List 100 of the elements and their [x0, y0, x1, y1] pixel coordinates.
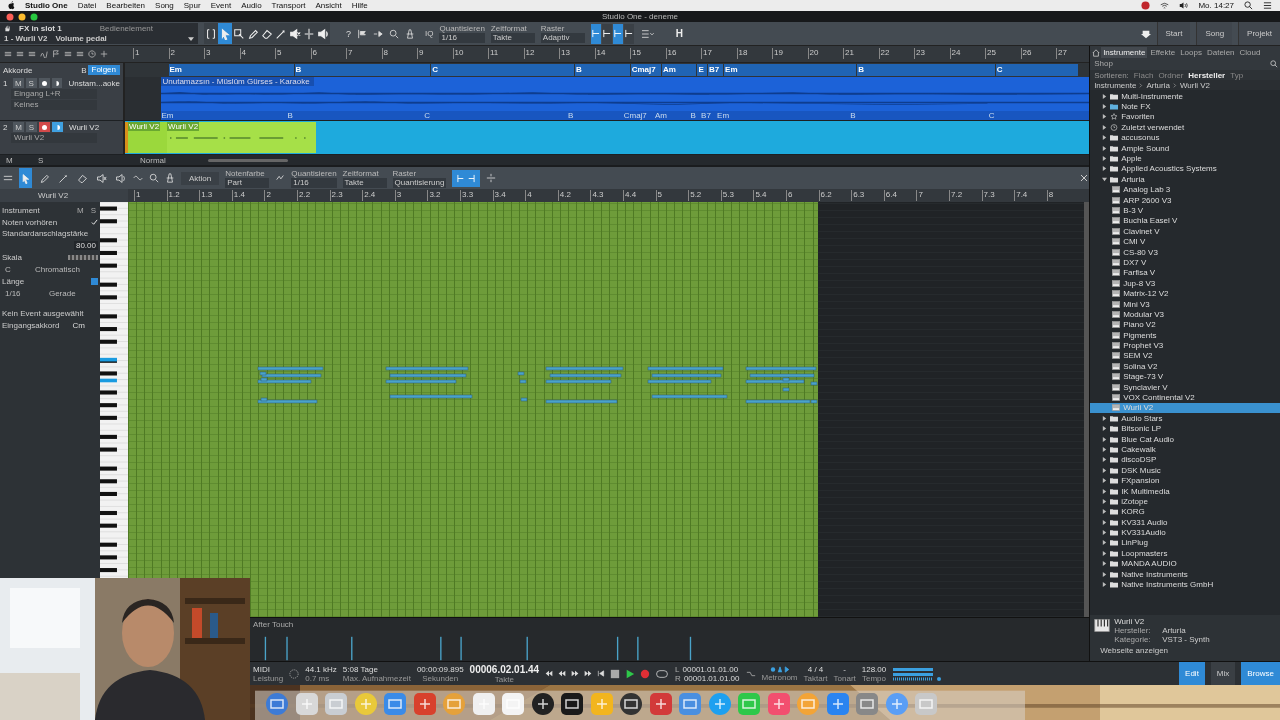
setting-dropdown[interactable]: Part: [225, 177, 270, 188]
preview-checkbox[interactable]: [90, 218, 98, 226]
browser-item[interactable]: Mini V3: [1090, 298, 1280, 310]
flag-icon[interactable]: [52, 50, 60, 58]
browser-item[interactable]: ARP 2600 V3: [1090, 194, 1280, 206]
browser-item[interactable]: DSK Music: [1090, 465, 1280, 476]
breadcrumb[interactable]: Arturia: [1146, 80, 1170, 90]
chord-event[interactable]: E: [697, 64, 708, 76]
play-icon[interactable]: [625, 668, 636, 679]
footer-toggle[interactable]: S: [38, 155, 62, 165]
input-dropdown[interactable]: Eingang L+R: [11, 89, 97, 99]
fast-forward-icon[interactable]: [571, 670, 580, 677]
setting-dropdown[interactable]: 1/16: [291, 177, 337, 188]
page-nav-button[interactable]: Song: [1196, 22, 1233, 45]
arrow-tool-icon[interactable]: [20, 172, 31, 184]
horizontal-scrollbar[interactable]: [208, 158, 288, 162]
browser-item[interactable]: Farfisa V: [1090, 267, 1280, 279]
browser-item[interactable]: Blue Cat Audio: [1090, 433, 1280, 445]
action-menu[interactable]: Aktion: [181, 171, 220, 185]
zoom-icon[interactable]: [149, 173, 159, 183]
metronome-icon[interactable]: [165, 173, 175, 183]
track-header[interactable]: Akkorde B Folgen: [0, 63, 125, 77]
snap-toggle[interactable]: [601, 23, 612, 44]
mute-button[interactable]: M: [13, 122, 24, 132]
browser-item[interactable]: Buchla Easel V: [1090, 215, 1280, 227]
menu-item[interactable]: Event: [210, 1, 232, 10]
rewind-icon[interactable]: [545, 670, 554, 677]
scale-keys-drawing[interactable]: [68, 254, 98, 260]
app-icon[interactable]: [560, 692, 584, 716]
inspector-toggle-icon[interactable]: [3, 173, 13, 183]
chord-event[interactable]: B: [857, 64, 995, 76]
chord-event[interactable]: Am: [661, 64, 697, 76]
plus-icon[interactable]: [100, 50, 108, 58]
browser-item[interactable]: Favoriten: [1090, 111, 1280, 123]
menubar-clock[interactable]: Mo. 14:27: [1198, 1, 1234, 10]
length-dropdown[interactable]: 1/16: [2, 288, 24, 298]
menu-item[interactable]: Spur: [183, 1, 201, 10]
sort-option[interactable]: Typ: [1230, 70, 1244, 80]
record-status-icon[interactable]: [1141, 1, 1151, 10]
rewind-icon[interactable]: [558, 670, 567, 677]
browser-item[interactable]: Zuletzt verwendet: [1090, 122, 1280, 133]
track-header[interactable]: 1 M S Unstam...aoke Eingang L+R Keines: [0, 77, 125, 120]
caret-icon[interactable]: [188, 36, 194, 41]
browser-item[interactable]: Loopmasters: [1090, 548, 1280, 559]
breadcrumb[interactable]: Instrumente: [1094, 80, 1137, 90]
mute-tool-icon[interactable]: [96, 172, 107, 184]
menu-item[interactable]: Hilfe: [351, 1, 368, 10]
browser-item[interactable]: Solina V2: [1090, 361, 1280, 372]
browser-item[interactable]: Modular V3: [1090, 309, 1280, 320]
setting-dropdown[interactable]: Adaptiv: [540, 33, 585, 43]
view-switch-button[interactable]: Edit: [1179, 662, 1205, 685]
velocity-field[interactable]: 80.00: [73, 241, 98, 250]
menu-item[interactable]: Transport: [271, 1, 306, 10]
stop-icon[interactable]: [610, 668, 621, 679]
left-locator[interactable]: 00001.01.01.00: [682, 664, 739, 674]
chord-event[interactable]: C: [995, 64, 1079, 76]
setting-dropdown[interactable]: 1/16: [439, 33, 485, 43]
page-nav-button[interactable]: Start: [1156, 22, 1191, 45]
sort-option[interactable]: Flach: [1133, 70, 1154, 80]
apple-icon[interactable]: [8, 1, 15, 10]
loop-icon[interactable]: [655, 668, 670, 679]
search-icon[interactable]: [1244, 1, 1253, 10]
browser-item[interactable]: Piano V2: [1090, 319, 1280, 330]
view-switch-button[interactable]: Browse: [1241, 662, 1280, 685]
view-button[interactable]: H: [669, 27, 690, 40]
browser-item[interactable]: Applied Acoustics Systems: [1090, 163, 1280, 175]
browser-item[interactable]: Audio Stars: [1090, 413, 1280, 424]
listen-tool-icon[interactable]: [115, 172, 126, 184]
chord-event[interactable]: Em: [168, 64, 294, 76]
browser-item[interactable]: CMI V: [1090, 236, 1280, 247]
record-button[interactable]: [38, 78, 50, 88]
snap-icon[interactable]: [455, 173, 478, 183]
eraser-tool-icon[interactable]: [77, 172, 88, 184]
track-dropdown[interactable]: Wurli V2: [0, 189, 128, 202]
browser-item[interactable]: accusonus: [1090, 132, 1280, 143]
website-link[interactable]: Webseite anzeigen: [1100, 646, 1210, 655]
browser-tab[interactable]: Cloud: [1237, 47, 1263, 58]
help-button[interactable]: ?: [346, 28, 351, 39]
browser-item[interactable]: discoDSP: [1090, 454, 1280, 466]
timing-dropdown[interactable]: Gerade: [26, 288, 98, 298]
solo-button[interactable]: S: [26, 122, 37, 132]
browser-item[interactable]: Ample Sound: [1090, 142, 1280, 154]
browser-item[interactable]: Native Instruments: [1090, 568, 1280, 580]
menu-item[interactable]: Bearbeiten: [106, 1, 146, 10]
mixer-icon[interactable]: [639, 28, 654, 39]
browser-item[interactable]: KORG: [1090, 506, 1280, 517]
browser-tab[interactable]: Dateien: [1204, 47, 1237, 58]
setting-dropdown[interactable]: Takte: [490, 33, 535, 43]
paint-tool-icon[interactable]: [58, 172, 69, 184]
chord-event[interactable]: B7: [708, 64, 724, 76]
browser-item[interactable]: CS-80 V3: [1090, 246, 1280, 258]
menu-item[interactable]: Ansicht: [315, 1, 342, 10]
fast-forward-icon[interactable]: [584, 670, 593, 677]
time-signature[interactable]: 4 / 4: [807, 664, 824, 674]
list-icon[interactable]: [4, 50, 12, 58]
snap-toggle[interactable]: [612, 23, 623, 44]
browser-tab[interactable]: Shop: [1092, 58, 1115, 69]
browser-item[interactable]: IK Multimedia: [1090, 485, 1280, 497]
clock-icon[interactable]: [88, 50, 96, 58]
menu-icon[interactable]: [1263, 1, 1272, 10]
